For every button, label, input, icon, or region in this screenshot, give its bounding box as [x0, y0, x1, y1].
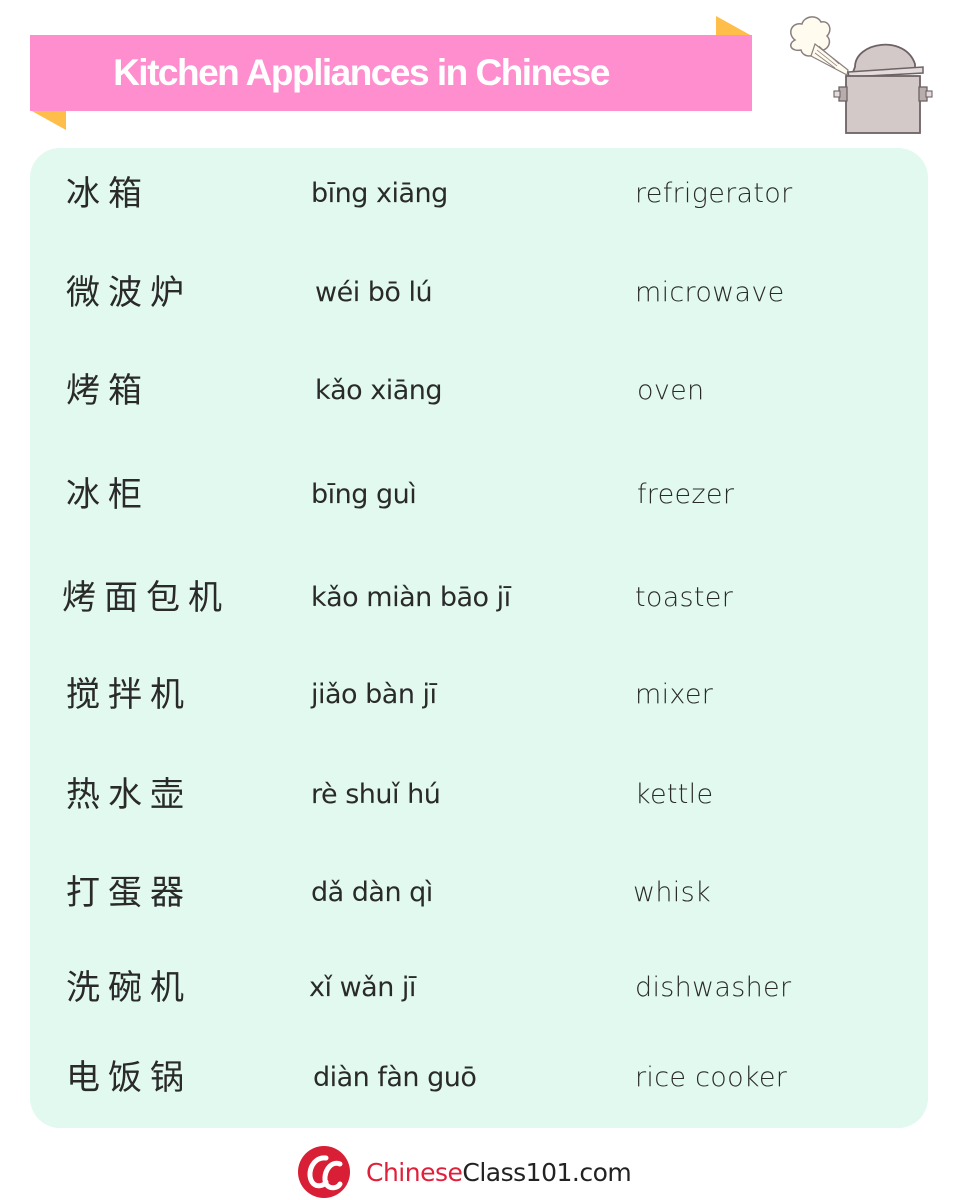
vocab-row: 烤箱 kǎo xiāng oven — [30, 361, 928, 421]
pinyin-text: kǎo miàn bāo jī — [311, 582, 511, 613]
english-text: whisk — [633, 877, 711, 908]
english-text: rice cooker — [635, 1062, 788, 1093]
pinyin-text: rè shuǐ hú — [311, 779, 441, 810]
english-text: mixer — [635, 679, 714, 710]
hanzi-text: 打蛋器 — [66, 873, 192, 913]
vocab-row: 微波炉 wéi bō lú microwave — [30, 263, 928, 323]
pinyin-text: xǐ wǎn jī — [309, 972, 416, 1003]
vocab-row: 烤面包机 kǎo miàn bāo jī toaster — [30, 568, 928, 628]
pinyin-text: bīng xiāng — [311, 178, 448, 209]
vocab-row: 热水壶 rè shuǐ hú kettle — [30, 765, 928, 825]
vocab-row: 搅拌机 jiǎo bàn jī mixer — [30, 665, 928, 725]
hanzi-text: 洗碗机 — [66, 968, 192, 1008]
footer-brand[interactable]: ChineseClass101.com — [296, 1145, 632, 1199]
hanzi-text: 热水壶 — [66, 775, 192, 815]
vocab-row: 洗碗机 xǐ wǎn jī dishwasher — [30, 958, 928, 1018]
english-text: kettle — [635, 779, 714, 810]
vocab-row: 打蛋器 dǎ dàn qì whisk — [30, 863, 928, 923]
pinyin-text: kǎo xiāng — [315, 375, 443, 406]
vocab-row: 冰箱 bīng xiāng refrigerator — [30, 164, 928, 224]
english-text: refrigerator — [635, 178, 793, 209]
pinyin-text: wéi bō lú — [315, 277, 433, 308]
english-text: dishwasher — [635, 972, 792, 1003]
hanzi-text: 搅拌机 — [66, 675, 192, 715]
vocab-row: 冰柜 bīng guì freezer — [30, 465, 928, 525]
hanzi-text: 冰箱 — [66, 174, 150, 214]
chineseclass101-logo-icon — [298, 1146, 350, 1198]
pinyin-text: jiǎo bàn jī — [311, 679, 437, 710]
title-banner: Kitchen Appliances in Chinese — [30, 35, 752, 111]
brand-name-part1: Chinese — [366, 1157, 463, 1187]
banner-fold-bottom — [30, 110, 66, 130]
english-text: oven — [637, 375, 705, 406]
english-text: microwave — [635, 277, 785, 308]
hanzi-text: 烤面包机 — [62, 578, 230, 618]
english-text: toaster — [635, 582, 734, 613]
vocabulary-panel: 冰箱 bīng xiāng refrigerator 微波炉 wéi bō lú… — [30, 148, 928, 1128]
english-text: freezer — [637, 479, 735, 510]
pinyin-text: dǎ dàn qì — [311, 877, 433, 908]
pinyin-text: diàn fàn guō — [313, 1062, 477, 1093]
hanzi-text: 电饭锅 — [66, 1058, 192, 1098]
banner-fold-top — [716, 16, 752, 36]
brand-name-part2: Class101.com — [462, 1157, 632, 1187]
hanzi-text: 冰柜 — [66, 475, 150, 515]
page-title: Kitchen Appliances in Chinese — [113, 52, 610, 93]
vocab-row: 电饭锅 diàn fàn guō rice cooker — [30, 1048, 928, 1108]
brand-name: ChineseClass101.com — [366, 1157, 632, 1187]
pinyin-text: bīng guì — [311, 479, 417, 510]
hanzi-text: 烤箱 — [66, 371, 150, 411]
hanzi-text: 微波炉 — [66, 273, 192, 313]
steaming-pot-icon — [790, 16, 933, 134]
